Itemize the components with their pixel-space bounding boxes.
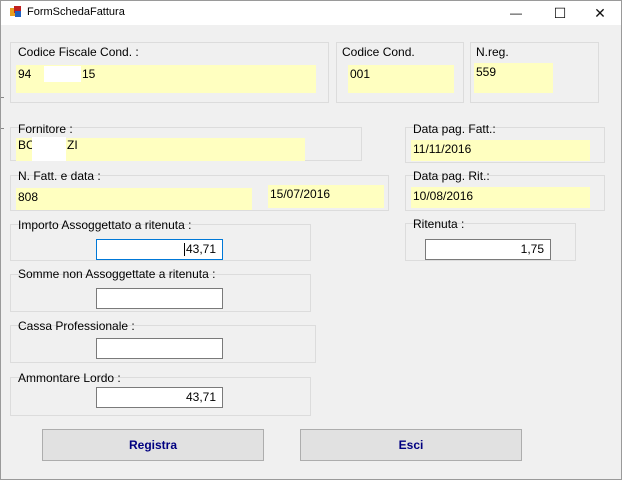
nreg-field[interactable]: 559 xyxy=(474,63,553,93)
text-caret xyxy=(183,243,185,257)
lordo-input[interactable]: 43,71 xyxy=(96,387,223,408)
minimize-icon: — xyxy=(510,6,522,20)
data-pag-rit-label: Data pag. Rit.: xyxy=(413,169,490,183)
somme-input[interactable] xyxy=(96,288,223,309)
lordo-label: Ammontare Lordo : xyxy=(18,371,121,385)
data-pag-rit-field[interactable]: 10/08/2016 xyxy=(411,187,590,208)
edge-mark xyxy=(1,97,4,98)
window-title: FormSchedaFattura xyxy=(27,6,125,18)
title-bar[interactable]: FormSchedaFattura — ☐ ✕ xyxy=(1,1,621,25)
n-fatt-data-field[interactable]: 15/07/2016 xyxy=(268,185,384,208)
maximize-button[interactable]: ☐ xyxy=(539,1,581,25)
codice-cond-field[interactable]: 001 xyxy=(348,65,454,93)
n-fatt-numero-field[interactable]: 808 xyxy=(16,188,252,210)
importo-input[interactable]: 43,71 xyxy=(96,239,223,260)
importo-value: 43,71 xyxy=(185,242,216,256)
codice-fiscale-label: Codice Fiscale Cond. : xyxy=(18,45,139,59)
maximize-icon: ☐ xyxy=(553,4,567,21)
close-button[interactable]: ✕ xyxy=(579,1,621,25)
n-fatt-label: N. Fatt. e data : xyxy=(18,169,101,183)
importo-label: Importo Assoggettato a ritenuta : xyxy=(18,218,192,232)
fornitore-value-end: ZI xyxy=(67,138,78,152)
cassa-label: Cassa Professionale : xyxy=(18,319,135,333)
esci-label: Esci xyxy=(398,438,424,452)
redaction-mask xyxy=(32,137,66,161)
minimize-button[interactable]: — xyxy=(495,1,537,25)
esci-button[interactable]: Esci xyxy=(300,429,522,461)
somme-label: Somme non Assoggettate a ritenuta : xyxy=(18,267,216,281)
registra-button[interactable]: Registra xyxy=(42,429,264,461)
codice-fiscale-value-start: 94 xyxy=(18,67,32,81)
fornitore-label: Fornitore : xyxy=(18,122,73,136)
form-scheda-fattura-window: FormSchedaFattura — ☐ ✕ Codice Fiscale C… xyxy=(0,0,622,480)
codice-cond-label: Codice Cond. xyxy=(342,45,415,59)
codice-fiscale-value-end: 15 xyxy=(82,67,96,81)
data-pag-fatt-label: Data pag. Fatt.: xyxy=(413,122,496,136)
redaction-mask xyxy=(44,66,81,82)
ritenuta-input[interactable]: 1,75 xyxy=(425,239,551,260)
data-pag-fatt-field[interactable]: 11/11/2016 xyxy=(411,140,590,161)
registra-label: Registra xyxy=(128,438,178,452)
app-icon xyxy=(10,6,21,17)
edge-mark xyxy=(1,128,4,129)
nreg-label: N.reg. xyxy=(476,45,509,59)
cassa-input[interactable] xyxy=(96,338,223,359)
ritenuta-label: Ritenuta : xyxy=(413,217,465,231)
close-icon: ✕ xyxy=(594,4,606,21)
